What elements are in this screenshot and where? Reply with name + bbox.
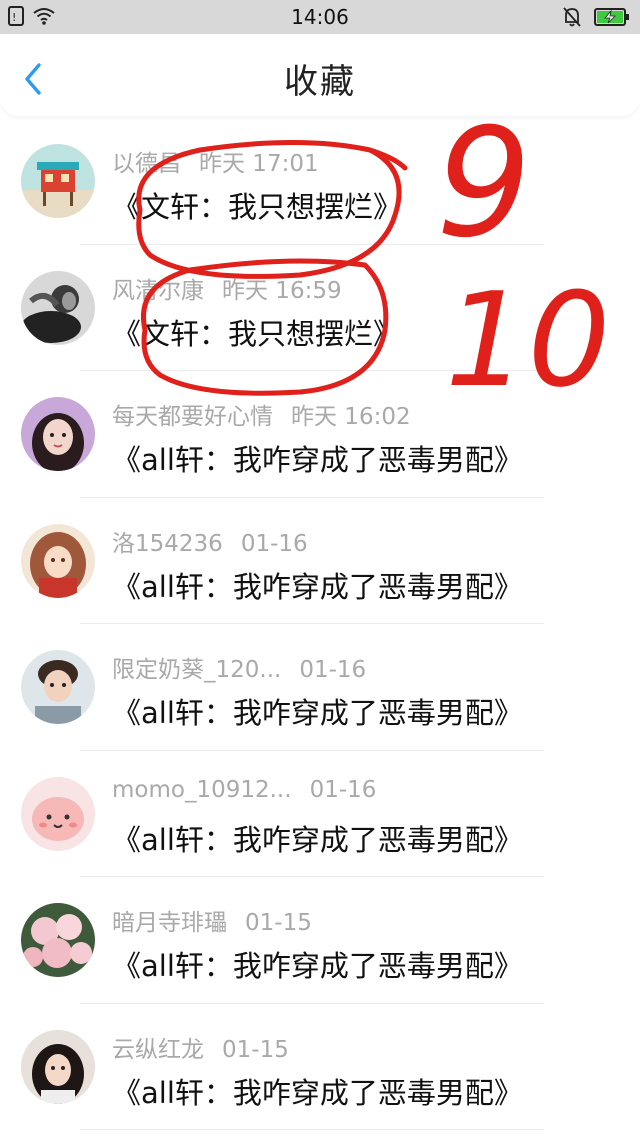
item-meta: 暗月寺琲瓃 01-15 (112, 903, 312, 937)
book-title: 《all轩：我咋穿成了恶毒男配》 (112, 443, 523, 477)
favorites-list: 以德昌 昨天 17:01 《文轩：我只想摆烂》 风清尔康 昨天 16:59 《文轩：… (0, 118, 640, 1130)
battery-charging-icon (594, 8, 629, 26)
mute-bell-icon (563, 7, 581, 27)
list-item[interactable]: momo_10912... 01-16 《all轩：我咋穿成了恶毒男配》 (0, 751, 640, 877)
status-bar: ! 14:06 (0, 0, 640, 34)
divider (80, 1129, 544, 1130)
book-title: 《all轩：我咋穿成了恶毒男配》 (112, 696, 523, 730)
item-meta: 云纵红龙 01-15 (112, 1030, 289, 1064)
list-item[interactable]: 以德昌 昨天 17:01 《文轩：我只想摆烂》 (0, 118, 640, 245)
username: 风清尔康 (112, 277, 204, 304)
book-title: 《all轩：我咋穿成了恶毒男配》 (112, 569, 523, 604)
avatar (21, 144, 95, 218)
timestamp: 01-16 (309, 776, 377, 803)
book-title: 《all轩：我咋穿成了恶毒男配》 (112, 822, 523, 857)
timestamp: 01-15 (245, 910, 312, 936)
item-meta: momo_10912... 01-16 (112, 777, 376, 803)
book-title: 《all轩：我咋穿成了恶毒男配》 (112, 1075, 523, 1110)
list-item[interactable]: 风清尔康 昨天 16:59 《文轩：我只想摆烂》 (0, 245, 640, 371)
username: 暗月寺琲瓃 (112, 910, 227, 936)
book-title: 《all轩：我咋穿成了恶毒男配》 (112, 949, 523, 983)
timestamp: 昨天 16:59 (222, 277, 342, 304)
username: 以德昌 (112, 151, 181, 177)
timestamp: 01-16 (299, 657, 367, 683)
username: 云纵红龙 (112, 1036, 204, 1063)
timestamp: 01-15 (222, 1036, 289, 1063)
item-meta: 每天都要好心情 昨天 16:02 (112, 397, 411, 431)
timestamp: 昨天 17:01 (199, 151, 319, 177)
page-title: 收藏 (284, 62, 356, 102)
item-meta: 洛154236 01-16 (112, 524, 308, 558)
timestamp: 01-16 (240, 530, 308, 557)
username: 每天都要好心情 (112, 404, 273, 430)
avatar (21, 903, 95, 977)
username: 限定奶葵_120... (112, 657, 282, 683)
timestamp: 昨天 16:02 (291, 404, 411, 430)
list-item[interactable]: 每天都要好心情 昨天 16:02 《all轩：我咋穿成了恶毒男配》 (0, 371, 640, 498)
avatar (21, 1029, 95, 1104)
app-header: 收藏 (0, 34, 640, 116)
avatar (21, 650, 95, 724)
item-meta: 以德昌 昨天 17:01 (112, 144, 319, 178)
item-meta: 风清尔康 昨天 16:59 (112, 271, 342, 305)
list-item[interactable]: 云纵红龙 01-15 《all轩：我咋穿成了恶毒男配》 (0, 1004, 640, 1130)
list-item[interactable]: 暗月寺琲瓃 01-15 《all轩：我咋穿成了恶毒男配》 (0, 877, 640, 1004)
avatar (21, 523, 95, 598)
book-title: 《文轩：我只想摆烂》 (112, 316, 403, 351)
avatar (21, 397, 95, 471)
book-title: 《文轩：我只想摆烂》 (112, 190, 403, 224)
list-item[interactable]: 洛154236 01-16 《all轩：我咋穿成了恶毒男配》 (0, 498, 640, 624)
status-time: 14:06 (291, 5, 349, 29)
item-meta: 限定奶葵_120... 01-16 (112, 650, 366, 684)
username: 洛154236 (112, 530, 223, 557)
avatar (21, 270, 95, 345)
status-right-icons (562, 6, 630, 28)
username: momo_10912... (112, 776, 292, 803)
avatar (21, 776, 95, 851)
list-item[interactable]: 限定奶葵_120... 01-16 《all轩：我咋穿成了恶毒男配》 (0, 624, 640, 751)
